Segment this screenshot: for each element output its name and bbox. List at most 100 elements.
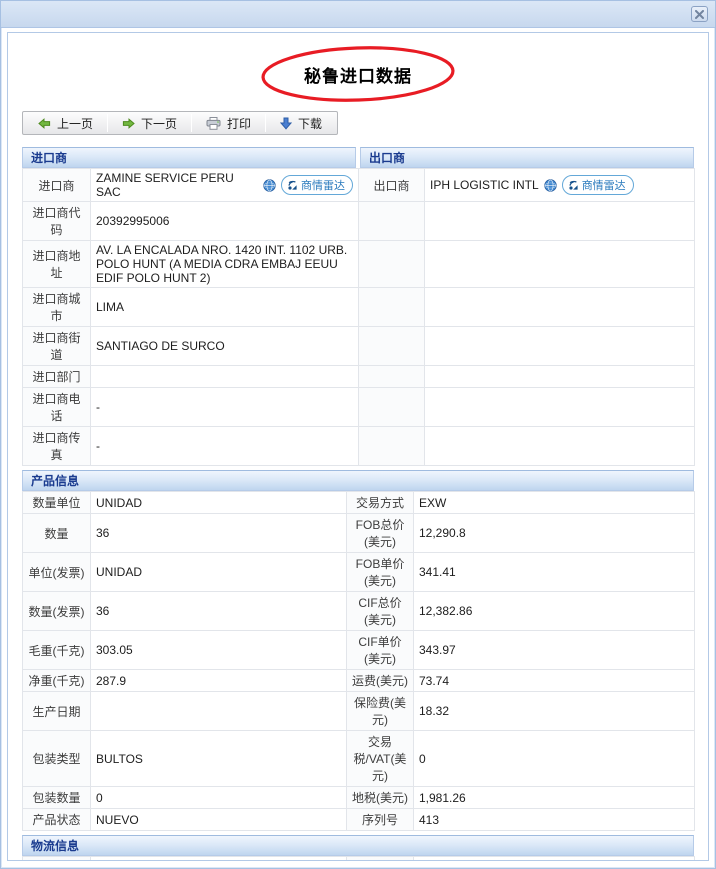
empty-label-cell — [359, 288, 425, 327]
toolbar-separator — [107, 114, 108, 132]
toolbar-separator — [191, 114, 192, 132]
field-label: 生产日期 — [23, 692, 91, 731]
importer-radar-button[interactable]: 商情雷达 — [281, 175, 353, 195]
exporter-radar-button[interactable]: 商情雷达 — [562, 175, 634, 195]
product-table-row: 数量(发票) 36 CIF总价(美元) 12,382.86 — [23, 592, 695, 631]
product-table-row: 包装数量 0 地税(美元) 1,981.26 — [23, 787, 695, 809]
field-value: AV. LA ENCALADA NRO. 1420 INT. 1102 URB.… — [91, 241, 359, 288]
product-table-row: 包装类型 BULTOS 交易税/VAT(美元) 0 — [23, 731, 695, 787]
empty-value-cell — [425, 427, 695, 466]
empty-value-cell — [425, 202, 695, 241]
field-value: NUEVO — [91, 809, 347, 831]
field-label: 进口商城市 — [23, 288, 91, 327]
field-value: - — [91, 388, 359, 427]
product-table-row: 数量 36 FOB总价(美元) 12,290.8 — [23, 514, 695, 553]
empty-value-cell — [425, 366, 695, 388]
field-label: 序列号 — [347, 809, 414, 831]
field-value: EXW — [414, 492, 695, 514]
importer-radar-label: 商情雷达 — [301, 177, 345, 193]
field-label: HS编码 — [23, 857, 91, 862]
close-button[interactable] — [691, 6, 708, 22]
product-table-body: 数量单位 UNIDAD 交易方式 EXW 数量 36 FOB总价(美元) 12,… — [23, 492, 695, 831]
close-icon — [695, 10, 704, 19]
field-value: SANTIAGO DE SURCO — [91, 327, 359, 366]
empty-label-cell — [359, 327, 425, 366]
field-value: 18.32 — [414, 692, 695, 731]
field-value: 1,981.26 — [414, 787, 695, 809]
product-table-row: 生产日期 保险费(美元) 18.32 — [23, 692, 695, 731]
globe-icon[interactable] — [263, 179, 276, 192]
field-value: 9405409000 — [91, 857, 347, 862]
field-value: 36 — [91, 514, 347, 553]
field-label: 交易税/VAT(美元) — [347, 731, 414, 787]
printer-icon — [206, 117, 221, 130]
importer-section-header: 进口商 — [22, 147, 356, 168]
exporter-name: IPH LOGISTIC INTL — [430, 178, 539, 192]
print-label: 打印 — [227, 115, 251, 132]
empty-value-cell — [425, 327, 695, 366]
field-label: 进口商地址 — [23, 241, 91, 288]
field-label: FOB单价(美元) — [347, 553, 414, 592]
field-label: 运费(美元) — [347, 670, 414, 692]
party-table-row: 进口商代码 20392995006 — [23, 202, 695, 241]
empty-value-cell — [425, 241, 695, 288]
field-value: 12,290.8 — [414, 514, 695, 553]
logistics-table-body: HS编码 9405409000 进口日期 2021-01-31 进口关别 MAR… — [23, 857, 695, 862]
field-value: 303.05 — [91, 631, 347, 670]
arrow-down-icon — [280, 117, 292, 130]
field-label: 进口日期 — [347, 857, 414, 862]
field-label: 进口商传真 — [23, 427, 91, 466]
field-label: 单位(发票) — [23, 553, 91, 592]
toolbar: 上一页 下一页 打印 — [22, 111, 338, 135]
field-value: 36 — [91, 592, 347, 631]
field-label: 产品状态 — [23, 809, 91, 831]
empty-label-cell — [359, 427, 425, 466]
exporter-radar-label: 商情雷达 — [582, 177, 626, 193]
field-label: CIF总价(美元) — [347, 592, 414, 631]
product-table: 数量单位 UNIDAD 交易方式 EXW 数量 36 FOB总价(美元) 12,… — [22, 491, 695, 831]
next-page-button[interactable]: 下一页 — [109, 113, 190, 133]
field-value: 287.9 — [91, 670, 347, 692]
radar-icon — [568, 180, 579, 191]
logistics-table-row: HS编码 9405409000 进口日期 2021-01-31 — [23, 857, 695, 862]
party-table-row: 进口部门 — [23, 366, 695, 388]
title-area: 秘鲁进口数据 — [22, 45, 694, 103]
field-label: 交易方式 — [347, 492, 414, 514]
print-button[interactable]: 打印 — [193, 113, 264, 133]
company-row: 进口商 ZAMINE SERVICE PERU SAC — [23, 169, 695, 202]
field-label: 数量 — [23, 514, 91, 553]
party-table-row: 进口商地址 AV. LA ENCALADA NRO. 1420 INT. 110… — [23, 241, 695, 288]
field-label: 地税(美元) — [347, 787, 414, 809]
party-table-row: 进口商电话 - — [23, 388, 695, 427]
party-table: 进口商 ZAMINE SERVICE PERU SAC — [22, 168, 695, 466]
logistics-table: HS编码 9405409000 进口日期 2021-01-31 进口关别 MAR… — [22, 856, 695, 861]
field-label: 数量(发票) — [23, 592, 91, 631]
arrow-left-icon — [38, 117, 51, 130]
field-value: 2021-01-31 — [414, 857, 695, 862]
field-value: 343.97 — [414, 631, 695, 670]
prev-page-button[interactable]: 上一页 — [25, 113, 106, 133]
radar-icon — [287, 180, 298, 191]
field-label: 净重(千克) — [23, 670, 91, 692]
field-label: 包装数量 — [23, 787, 91, 809]
product-table-row: 数量单位 UNIDAD 交易方式 EXW — [23, 492, 695, 514]
field-value: BULTOS — [91, 731, 347, 787]
party-table-row: 进口商街道 SANTIAGO DE SURCO — [23, 327, 695, 366]
empty-value-cell — [425, 288, 695, 327]
product-table-row: 毛重(千克) 303.05 CIF单价(美元) 343.97 — [23, 631, 695, 670]
empty-value-cell — [425, 388, 695, 427]
importer-name-label: 进口商 — [23, 169, 91, 202]
field-label: FOB总价(美元) — [347, 514, 414, 553]
field-value — [91, 692, 347, 731]
importer-name: ZAMINE SERVICE PERU SAC — [96, 171, 258, 199]
field-label: 包装类型 — [23, 731, 91, 787]
window-body: 秘鲁进口数据 上一页 下一页 — [7, 32, 709, 861]
prev-page-label: 上一页 — [57, 115, 93, 132]
arrow-right-icon — [122, 117, 135, 130]
globe-icon[interactable] — [544, 179, 557, 192]
product-table-row: 净重(千克) 287.9 运费(美元) 73.74 — [23, 670, 695, 692]
product-section-header: 产品信息 — [22, 470, 694, 491]
field-value: 12,382.86 — [414, 592, 695, 631]
download-button[interactable]: 下载 — [267, 113, 335, 133]
party-table-row: 进口商传真 - — [23, 427, 695, 466]
